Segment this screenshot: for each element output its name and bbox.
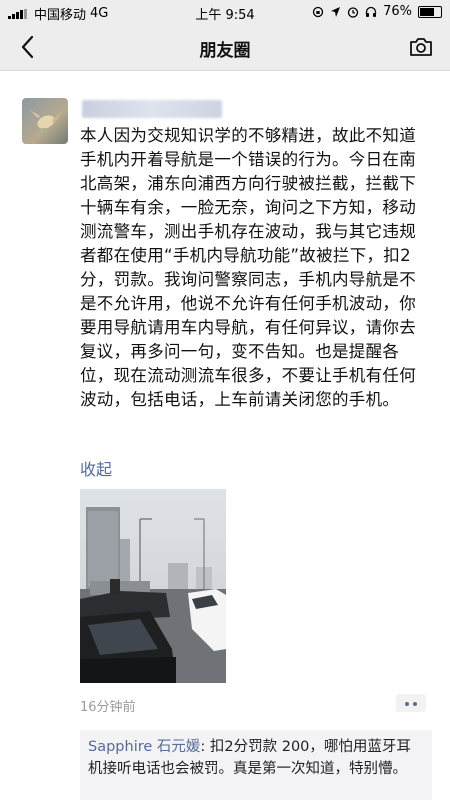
battery-icon <box>418 5 442 18</box>
comment-author[interactable]: Sapphire 石元媛 <box>88 739 200 755</box>
page-title: 朋友圈 <box>199 41 251 61</box>
more-actions-button[interactable] <box>396 694 426 712</box>
comment-item[interactable]: Sapphire 石元媛: 扣2分罚款 200，哪怕用蓝牙耳机接听电话也会被罚。… <box>80 730 432 786</box>
battery-percent: 76% <box>383 4 412 19</box>
rotation-lock-icon <box>312 6 324 17</box>
username-blurred[interactable] <box>82 100 222 118</box>
comment-box: Sapphire 石元媛: 扣2分罚款 200，哪怕用蓝牙耳机接听电话也会被罚。… <box>80 730 432 800</box>
location-icon <box>331 6 341 17</box>
dot-icon <box>413 702 417 706</box>
nav-bar: 朋友圈 <box>0 24 450 71</box>
avatar[interactable] <box>22 98 68 144</box>
dot-icon <box>405 702 409 706</box>
traffic-photo <box>80 489 226 683</box>
battery-fill <box>420 7 434 16</box>
alarm-icon <box>347 6 359 18</box>
post-timestamp: 16分钟前 <box>80 700 136 715</box>
moment-post: 本人因为交规知识学的不够精进，故此不知道手机内开着导航是一个错误的行为。今日在南… <box>0 70 450 800</box>
status-right: 76% <box>312 4 442 19</box>
bird-icon <box>30 110 62 138</box>
camera-icon[interactable] <box>408 36 434 58</box>
headphones-icon <box>365 6 377 17</box>
status-bar: 中国移动 4G 上午 9:54 76% <box>0 0 450 24</box>
post-content: 本人因为交规知识学的不够精进，故此不知道手机内开着导航是一个错误的行为。今日在南… <box>80 126 416 409</box>
collapse-link[interactable]: 收起 <box>80 456 112 480</box>
post-photo[interactable] <box>80 489 226 683</box>
